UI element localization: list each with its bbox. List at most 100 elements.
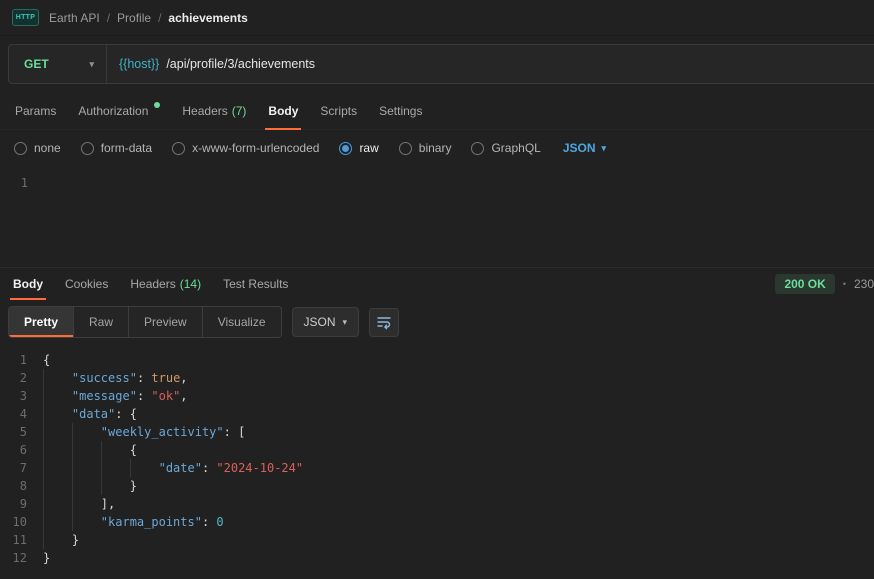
indent-guide bbox=[101, 459, 102, 477]
body-type-label: none bbox=[34, 141, 61, 155]
code-content: "date": "2024-10-24" bbox=[36, 459, 874, 477]
code-line: 4 "data": { bbox=[0, 405, 874, 423]
method-label: GET bbox=[24, 57, 49, 71]
radio-icon bbox=[339, 142, 352, 155]
body-type-raw[interactable]: raw bbox=[339, 141, 378, 155]
chevron-down-icon: ▾ bbox=[89, 60, 94, 69]
line-number: 9 bbox=[0, 495, 36, 513]
response-tab-test-results[interactable]: Test Results bbox=[212, 268, 299, 300]
indent-guide bbox=[43, 423, 44, 441]
code-line: 7 "date": "2024-10-24" bbox=[0, 459, 874, 477]
authorized-dot-icon bbox=[154, 102, 160, 108]
url-path: /api/profile/3/achievements bbox=[166, 57, 315, 71]
indent-guide bbox=[101, 441, 102, 459]
indent-guide bbox=[43, 405, 44, 423]
body-type-none[interactable]: none bbox=[14, 141, 61, 155]
wrap-lines-button[interactable] bbox=[369, 308, 399, 337]
request-tab-authorization[interactable]: Authorization bbox=[67, 92, 171, 129]
url-variable: {{host}} bbox=[119, 57, 159, 71]
view-mode-raw[interactable]: Raw bbox=[74, 307, 129, 337]
tab-label: Authorization bbox=[78, 104, 148, 118]
indent-guide bbox=[130, 459, 131, 477]
code-line: 6 { bbox=[0, 441, 874, 459]
indent-guide bbox=[72, 477, 73, 495]
request-language-selector[interactable]: JSON ▾ bbox=[563, 141, 606, 155]
body-type-binary[interactable]: binary bbox=[399, 141, 452, 155]
indent-guide bbox=[72, 441, 73, 459]
body-type-label: raw bbox=[359, 141, 378, 155]
code-content: } bbox=[36, 477, 874, 495]
request-tab-body[interactable]: Body bbox=[257, 92, 309, 129]
body-type-graphql[interactable]: GraphQL bbox=[471, 141, 540, 155]
code-content: "data": { bbox=[36, 405, 874, 423]
indent-guide bbox=[101, 477, 102, 495]
code-content: } bbox=[36, 531, 874, 549]
response-language-selector[interactable]: JSON ▾ bbox=[292, 307, 360, 337]
line-number: 8 bbox=[0, 477, 36, 495]
radio-icon bbox=[172, 142, 185, 155]
tab-label: Headers bbox=[130, 277, 175, 291]
request-tab-scripts[interactable]: Scripts bbox=[309, 92, 368, 129]
tab-label: Scripts bbox=[320, 104, 357, 118]
body-type-label: form-data bbox=[101, 141, 152, 155]
code-line: 2 "success": true, bbox=[0, 369, 874, 387]
radio-icon bbox=[14, 142, 27, 155]
response-toolbar: PrettyRawPreviewVisualize JSON ▾ bbox=[0, 300, 874, 344]
indent-guide bbox=[43, 477, 44, 495]
code-content: { bbox=[36, 441, 874, 459]
body-type-form-data[interactable]: form-data bbox=[81, 141, 152, 155]
line-number: 5 bbox=[0, 423, 36, 441]
breadcrumb-segment[interactable]: Profile bbox=[117, 11, 151, 25]
indent-guide bbox=[43, 369, 44, 387]
response-tab-cookies[interactable]: Cookies bbox=[54, 268, 119, 300]
api-client-window: HTTP Earth API/Profile/ achievements GET… bbox=[0, 0, 874, 579]
response-body-viewer[interactable]: 1 {2 "success": true,3 "message": "ok",4 … bbox=[0, 344, 874, 579]
request-tab-headers[interactable]: Headers(7) bbox=[171, 92, 257, 129]
response-tab-body[interactable]: Body bbox=[2, 268, 54, 300]
chevron-down-icon: ▾ bbox=[343, 318, 348, 327]
code-content: "message": "ok", bbox=[36, 387, 874, 405]
separator-dot-icon: • bbox=[843, 279, 846, 289]
response-tab-headers[interactable]: Headers(14) bbox=[119, 268, 212, 300]
request-tabs: Params Authorization Headers(7)Body Scripts… bbox=[0, 92, 874, 130]
body-type-options: none form-data x-www-form-urlencoded raw bin… bbox=[14, 141, 541, 155]
body-type-label: x-www-form-urlencoded bbox=[192, 141, 319, 155]
breadcrumb-separator: / bbox=[158, 11, 161, 25]
request-url-row: GET ▾ {{host}} /api/profile/3/achievemen… bbox=[0, 36, 874, 92]
response-language-label: JSON bbox=[304, 315, 336, 329]
request-language-label: JSON bbox=[563, 141, 596, 155]
view-mode-switcher: PrettyRawPreviewVisualize bbox=[8, 306, 282, 338]
indent-guide bbox=[43, 495, 44, 513]
indent-guide bbox=[72, 423, 73, 441]
breadcrumb-segment[interactable]: Earth API bbox=[49, 11, 100, 25]
line-number: 11 bbox=[0, 531, 36, 549]
line-number: 10 bbox=[0, 513, 36, 531]
line-number: 6 bbox=[0, 441, 36, 459]
request-tab-params[interactable]: Params bbox=[4, 92, 67, 129]
line-number: 7 bbox=[0, 459, 36, 477]
indent-guide bbox=[43, 459, 44, 477]
view-mode-visualize[interactable]: Visualize bbox=[203, 307, 281, 337]
line-number: 3 bbox=[0, 387, 36, 405]
code-line: 11 } bbox=[0, 531, 874, 549]
url-bar: GET ▾ {{host}} /api/profile/3/achievemen… bbox=[8, 44, 874, 84]
view-mode-preview[interactable]: Preview bbox=[129, 307, 203, 337]
response-tabs: BodyCookiesHeaders(14)Test Results 200 O… bbox=[0, 268, 874, 300]
url-input[interactable]: {{host}} /api/profile/3/achievements bbox=[107, 45, 874, 83]
body-type-x-www-form-urlencoded[interactable]: x-www-form-urlencoded bbox=[172, 141, 319, 155]
indent-guide bbox=[72, 495, 73, 513]
line-number: 1 bbox=[0, 351, 36, 369]
code-content: "karma_points": 0 bbox=[36, 513, 874, 531]
code-line: 3 "message": "ok", bbox=[0, 387, 874, 405]
tab-count: (7) bbox=[232, 104, 247, 118]
tab-label: Params bbox=[15, 104, 56, 118]
indent-guide bbox=[43, 531, 44, 549]
method-selector[interactable]: GET ▾ bbox=[9, 45, 107, 83]
request-body-editor[interactable]: 1 bbox=[0, 166, 874, 267]
indent-guide bbox=[72, 459, 73, 477]
line-number: 12 bbox=[0, 549, 36, 567]
tab-label: Test Results bbox=[223, 277, 288, 291]
view-mode-pretty[interactable]: Pretty bbox=[9, 307, 74, 337]
request-tab-settings[interactable]: Settings bbox=[368, 92, 433, 129]
tab-label: Body bbox=[13, 277, 43, 291]
